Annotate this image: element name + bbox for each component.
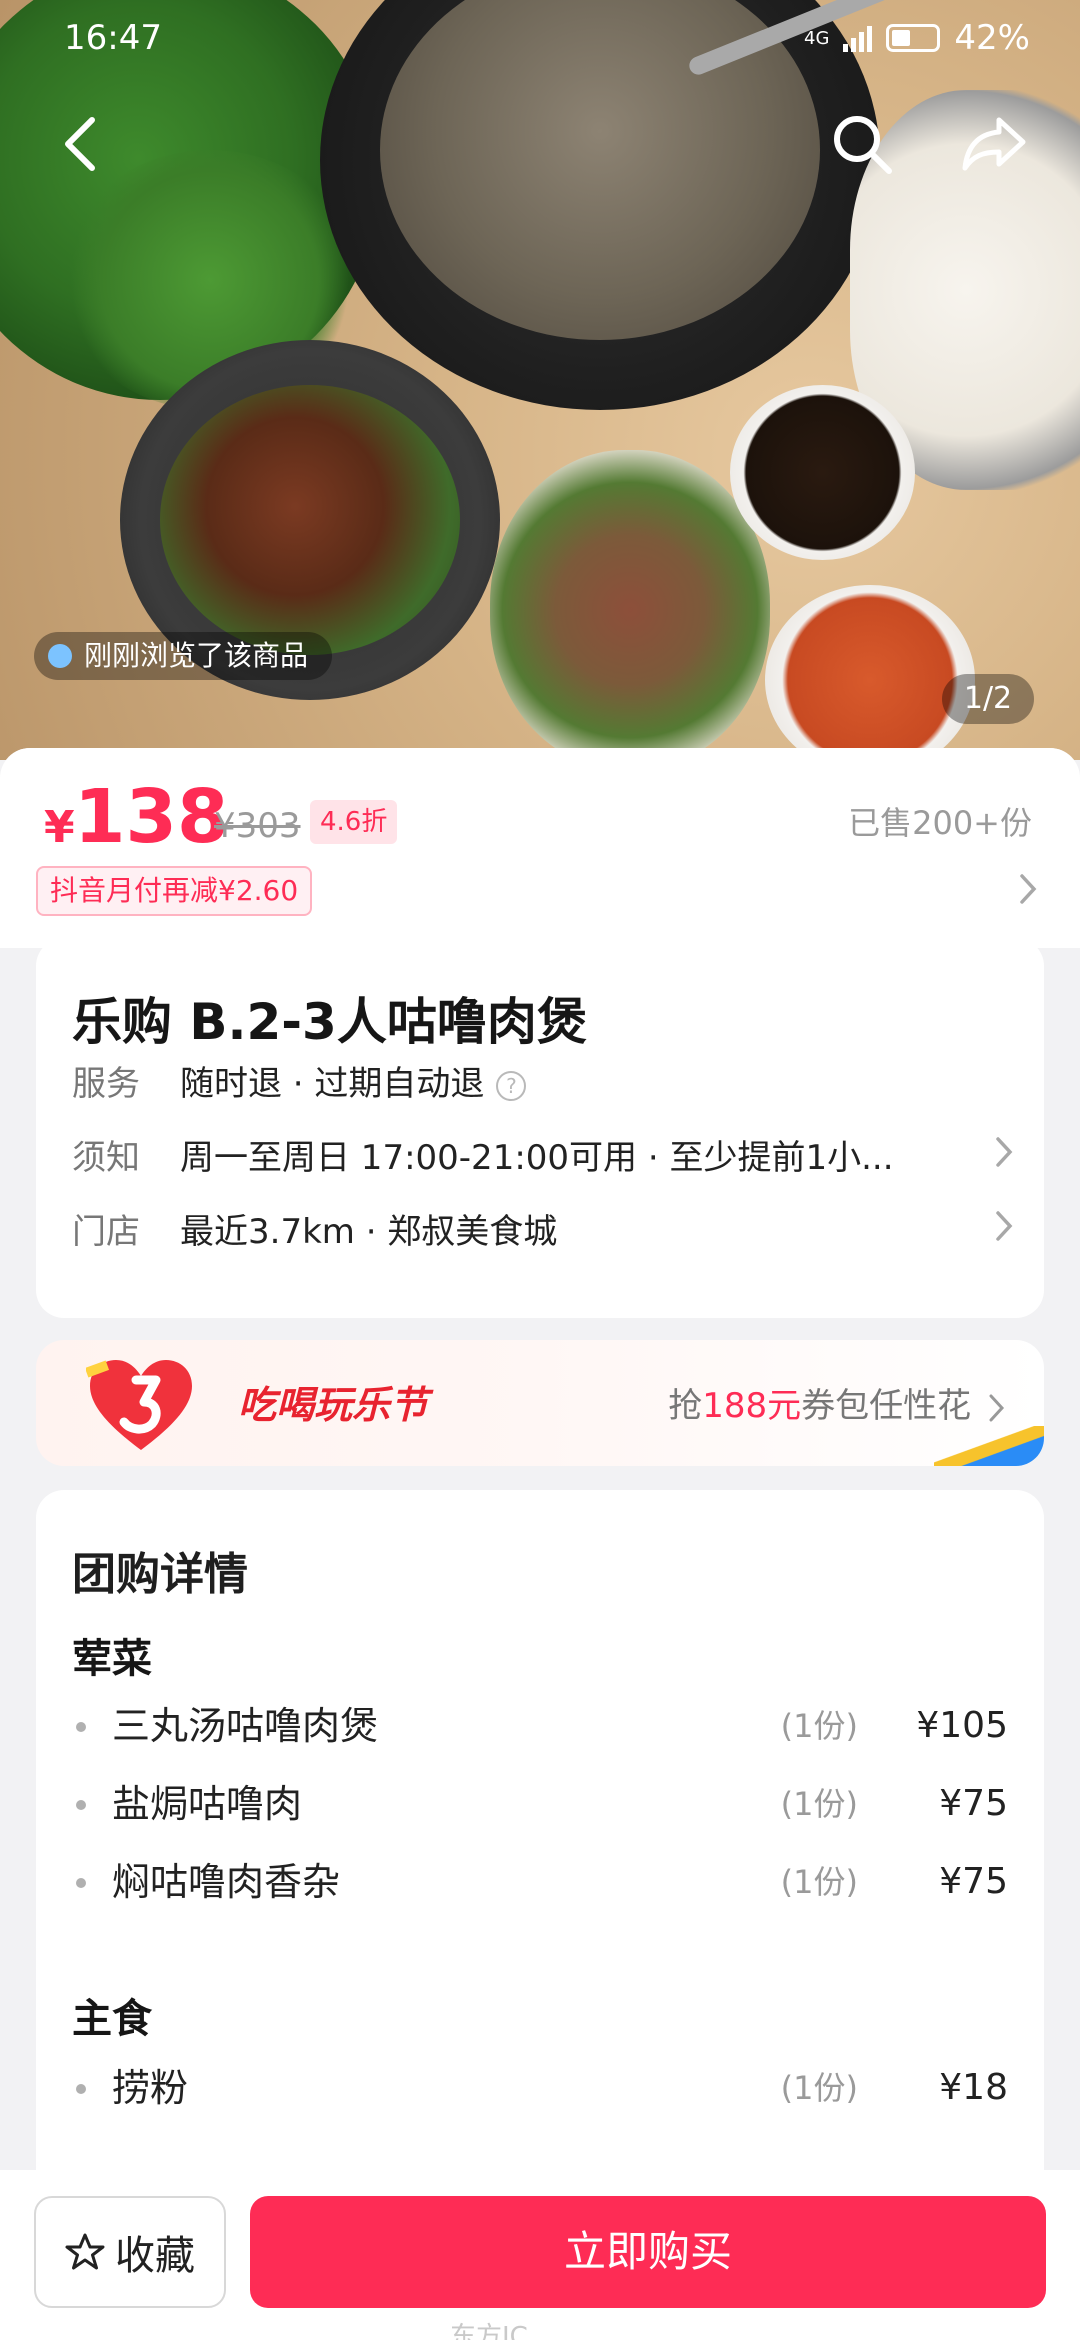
list-item: 三丸汤咕噜肉煲 (1份) ¥105 [72,1696,1008,1756]
list-item: 焖咕噜肉香杂 (1份) ¥75 [72,1852,1008,1912]
sold-count: 已售200+份 [848,804,1032,842]
item-price: ¥75 [939,1861,1008,1902]
pay-promo-tag[interactable]: 抖音月付再减¥2.60 [36,866,313,916]
list-item: 捞粉 (1份) ¥18 [72,2058,1008,2118]
category-title: 荤菜 [72,1636,152,1682]
chevron-right-icon[interactable] [974,1128,1014,1188]
item-qty: (1份) [780,1863,858,1901]
coupon-amount: 188元 [702,1386,802,1426]
bottom-action-bar: 收藏 立即购买 东方IC [0,2170,1080,2340]
item-qty: (1份) [780,2069,858,2107]
list-item: 盐焗咕噜肉 (1份) ¥75 [72,1774,1008,1834]
item-qty: (1份) [780,1707,858,1745]
service-row: 服务 随时退 · 过期自动退? [72,1054,1014,1114]
currency-symbol: ¥ [44,802,75,853]
share-icon[interactable] [954,104,1034,184]
item-price: ¥105 [916,1705,1008,1746]
item-price: ¥18 [939,2067,1008,2108]
coupon-suffix: 券包任性花 [801,1386,972,1426]
chevron-right-icon[interactable] [1018,872,1038,910]
product-title: 乐购 B.2-3人咕噜肉煲 [72,993,587,1051]
product-image-carousel[interactable]: 16:47 4G 42% 刚刚浏览了该商品 1/2 [0,0,1080,760]
battery-percent: 42% [954,18,1030,58]
signal-icon [843,24,873,52]
bullet [76,1800,86,1810]
star-icon [65,2233,105,2270]
original-price: ¥303 [214,806,301,846]
recently-viewed-toast: 刚刚浏览了该商品 [34,632,333,680]
coupon-promo: 抢188元券包任性花 [668,1378,1006,1427]
item-name: 捞粉 [112,2066,189,2110]
row-value: 随时退 · 过期自动退 [180,1064,485,1104]
food-photo-chili-sauce [765,585,975,760]
food-photo-claypot-dish [160,385,460,655]
chevron-right-icon [989,1394,1005,1421]
status-time: 16:47 [64,18,162,58]
status-indicators: 4G 42% [804,18,1030,58]
item-qty: (1份) [780,1785,858,1823]
service-value: 随时退 · 过期自动退? [180,1054,1014,1114]
chevron-right-icon[interactable] [974,1202,1014,1262]
buy-now-button[interactable]: 立即购买 [250,2196,1046,2308]
festival-title: 吃喝玩乐节 [238,1383,429,1427]
price-section: ¥ 138 ¥303 4.6折 已售200+份 抖音月付再减¥2.60 [0,748,1080,948]
favorite-button[interactable]: 收藏 [34,2196,226,2308]
item-price: ¥75 [939,1783,1008,1824]
bullet [76,1878,86,1888]
product-info-card: 乐购 B.2-3人咕噜肉煲 服务 随时退 · 过期自动退? 须知 周一至周日 1… [36,938,1044,1318]
favorite-label: 收藏 [115,2233,195,2279]
current-price: 138 [74,774,229,860]
food-photo-soy-sauce [730,385,915,560]
row-label: 须知 [72,1138,140,1178]
notice-row[interactable]: 须知 周一至周日 17:00-21:00可用 · 至少提前1小... [72,1128,1014,1188]
category-title: 主食 [72,1996,152,2042]
discount-badge: 4.6折 [310,800,398,844]
festival-banner[interactable]: 吃喝玩乐节 抢188元券包任性花 [36,1340,1044,1466]
status-bar: 16:47 4G 42% [0,0,1080,80]
banner-decoration [934,1426,1044,1466]
item-name: 三丸汤咕噜肉煲 [112,1704,379,1748]
network-type: 4G [804,27,830,49]
festival-heart-logo [86,1360,192,1450]
help-icon[interactable]: ? [496,1070,527,1101]
battery-icon [886,24,941,52]
row-value: 最近3.7km · 郑叔美食城 [180,1212,558,1252]
row-label: 服务 [72,1064,140,1104]
bullet [76,2084,86,2094]
item-name: 焖咕噜肉香杂 [112,1860,341,1904]
row-label: 门店 [72,1212,140,1252]
food-photo-plate [490,450,770,760]
search-icon[interactable] [822,104,902,184]
back-icon[interactable] [40,104,120,184]
watermark: 东方IC [450,2322,528,2340]
image-pager: 1/2 [942,674,1034,724]
details-title: 团购详情 [72,1549,248,1600]
product-detail-sheet: ¥ 138 ¥303 4.6折 已售200+份 抖音月付再减¥2.60 乐购 B… [0,748,1080,2340]
coupon-prefix: 抢 [668,1386,703,1426]
row-value: 周一至周日 17:00-21:00可用 · 至少提前1小... [180,1138,894,1178]
bullet [76,1722,86,1732]
item-name: 盐焗咕噜肉 [112,1782,303,1826]
store-row[interactable]: 门店 最近3.7km · 郑叔美食城 [72,1202,1014,1262]
